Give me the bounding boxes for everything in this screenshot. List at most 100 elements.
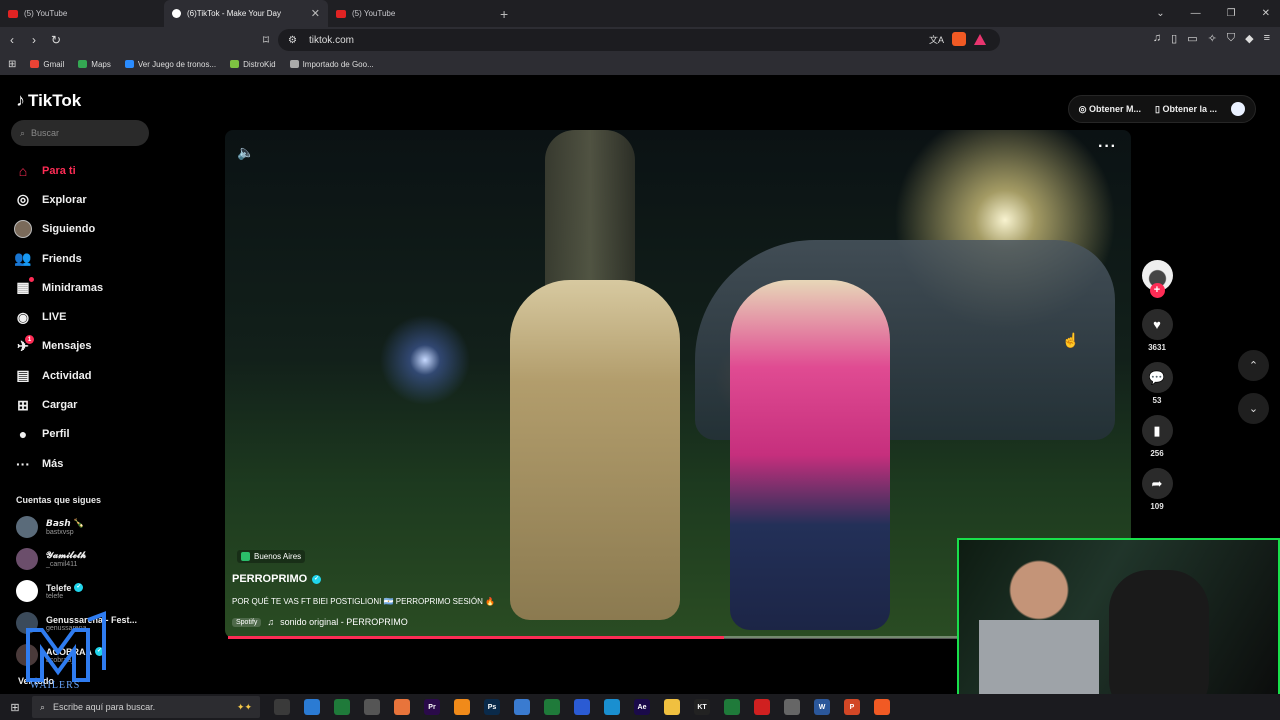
save-button[interactable]: ▮ (1141, 415, 1173, 446)
toolbar-extensions: ♫ ▯ ▭ ✧ ⛉ ◆ ≡ (1153, 32, 1270, 45)
reload-icon[interactable]: ↻ (46, 33, 66, 47)
back-icon[interactable]: ‹ (2, 33, 22, 47)
sidebar-icon[interactable]: ▯ (1171, 32, 1177, 45)
leo-icon[interactable]: ✧ (1208, 32, 1217, 45)
sidebar-item-actividad[interactable]: ▤ Actividad (14, 361, 154, 390)
wallet-icon[interactable]: ▭ (1187, 32, 1197, 45)
video-author[interactable]: PERROPRIMO ✓ (232, 573, 322, 585)
sidebar-item-siguiendo[interactable]: Siguiendo (14, 215, 154, 244)
bookmark-maps[interactable]: Maps (78, 60, 111, 69)
taskbar-app-icon[interactable]: W (814, 699, 830, 715)
profile-avatar-icon[interactable] (1231, 102, 1245, 116)
sidebar-item-explorar[interactable]: ◎ Explorar (14, 185, 154, 214)
close-tab-icon[interactable]: ✕ (311, 7, 320, 20)
sidebar-item-perfil[interactable]: ● Perfil (14, 420, 154, 449)
sidebar-item-friends[interactable]: 👥 Friends (14, 244, 154, 273)
maps-icon (78, 60, 88, 68)
taskbar-app-icon[interactable] (304, 699, 320, 715)
restore-icon[interactable]: ❐ (1227, 8, 1236, 19)
close-window-icon[interactable]: ✕ (1262, 8, 1270, 19)
taskbar-app-icon[interactable] (574, 699, 590, 715)
like-button[interactable]: ♥ (1141, 309, 1173, 340)
taskbar-app-icon[interactable]: Ps (484, 699, 500, 715)
following-account[interactable]: Telefe ✓ telefe (16, 580, 84, 602)
taskbar-app-icon[interactable] (514, 699, 530, 715)
following-account[interactable]: 𝓨𝓪𝓶𝓲𝓵𝓮𝓽𝓱 _camil411 (16, 548, 86, 570)
bookmark-gmail[interactable]: Gmail (30, 60, 64, 69)
taskbar-app-icon[interactable] (544, 699, 560, 715)
friends-icon: 👥 (14, 250, 32, 267)
taskbar-app-icon[interactable] (724, 699, 740, 715)
sidebar-item-live[interactable]: ◉ LIVE (14, 302, 154, 331)
taskbar-app-icon[interactable]: Ae (634, 699, 650, 715)
account-name: 𝓨𝓪𝓶𝓲𝓵𝓮𝓽𝓱 (46, 550, 87, 560)
taskbar-app-icon[interactable] (394, 699, 410, 715)
video-progress-bar[interactable] (228, 636, 958, 639)
share-icon: ➦ (1151, 475, 1163, 491)
taskbar-app-icon[interactable] (604, 699, 620, 715)
browser-tab-youtube-2[interactable]: (5) YouTube (328, 0, 492, 27)
search-input[interactable]: ⌕ Buscar (11, 120, 149, 146)
sidebar-item-para-ti[interactable]: ⌂ Para ti (14, 156, 154, 185)
get-app-button[interactable]: ▯ Obtener la ... (1155, 104, 1217, 115)
next-video-button[interactable]: ⌄ (1238, 393, 1269, 424)
youtube-icon (8, 9, 18, 18)
taskbar-app-icon[interactable] (364, 699, 380, 715)
previous-video-button[interactable]: ⌃ (1238, 350, 1269, 381)
taskbar-app-icon[interactable]: Pr (424, 699, 440, 715)
sidebar-item-minidramas[interactable]: ▦ Minidramas (14, 273, 154, 302)
taskbar-app-icon[interactable] (754, 699, 770, 715)
browser-tab-youtube-1[interactable]: (5) YouTube (0, 0, 164, 27)
media-icon[interactable]: ♫ (1153, 32, 1161, 45)
address-bar[interactable]: ⚙ tiktok.com 文A (278, 29, 1000, 51)
windows-start-icon[interactable]: ⊞ (0, 701, 30, 714)
taskbar-app-icon[interactable]: KT (694, 699, 710, 715)
minimize-icon[interactable]: — (1191, 8, 1201, 19)
taskbar-app-icon[interactable] (454, 699, 470, 715)
brave-shields-icon[interactable] (952, 32, 966, 46)
translate-icon[interactable]: 文A (929, 33, 944, 46)
brave-rewards-icon[interactable] (974, 33, 986, 45)
vpn-icon[interactable]: ⛉ (1227, 32, 1235, 45)
new-tab-button[interactable]: + (492, 6, 516, 22)
menu-icon[interactable]: ≡ (1264, 32, 1270, 45)
apps-grid-icon[interactable]: ⊞ (8, 59, 16, 70)
location-tag[interactable]: Buenos Aires (237, 550, 306, 563)
upload-icon: ⊞ (17, 396, 29, 413)
window-controls: ⌄ — ❐ ✕ (1156, 0, 1270, 27)
bookmark-got[interactable]: Ver Juego de tronos... (124, 60, 216, 69)
site-info-icon[interactable]: ⚙ (288, 35, 297, 46)
taskbar-app-icon[interactable] (274, 699, 290, 715)
tiktok-logo[interactable]: ♪ TikTok (16, 90, 81, 111)
share-button[interactable]: ➦ (1141, 468, 1173, 499)
sidebar-item-m-s[interactable]: ··· Más (14, 449, 154, 478)
volume-icon[interactable]: 🔈 (237, 144, 254, 161)
bookmark-icon[interactable]: ⌑ (256, 33, 276, 47)
tab-list-icon[interactable]: ⌄ (1156, 8, 1164, 19)
more-options-icon[interactable]: ··· (1098, 138, 1117, 156)
taskbar-search-input[interactable]: ⌕ Escribe aquí para buscar. ✦✦ (32, 696, 260, 718)
comment-button[interactable]: 💬 (1141, 362, 1173, 393)
save-count: 256 (1150, 449, 1164, 458)
extension-icon[interactable]: ◆ (1245, 32, 1253, 45)
taskbar-app-icon[interactable] (334, 699, 350, 715)
sidebar-item-cargar[interactable]: ⊞ Cargar (14, 390, 154, 419)
taskbar-apps: Pr Ps Ae KT W P (274, 699, 890, 715)
taskbar-app-icon[interactable] (664, 699, 680, 715)
forward-icon[interactable]: › (24, 33, 44, 47)
spotify-badge[interactable]: Spotify (232, 617, 262, 627)
taskbar-app-icon[interactable] (874, 699, 890, 715)
taskbar-app-icon[interactable] (784, 699, 800, 715)
sidebar-item-mensajes[interactable]: ✈ 1 Mensajes (14, 332, 154, 361)
account-name: 𝘽𝙖𝙨𝙝 🍾 (46, 518, 85, 528)
follow-plus-icon[interactable]: + (1149, 283, 1165, 298)
video-music[interactable]: Spotify ♫ sonido original - PERROPRIMO (232, 617, 408, 627)
bookmark-folder-imported[interactable]: Importado de Goo... (289, 60, 374, 69)
bookmark-distrokid[interactable]: DistroKid (230, 60, 276, 69)
browser-tab-tiktok[interactable]: (6)TikTok - Make Your Day ✕ (164, 0, 328, 27)
creator-avatar[interactable]: + (1141, 260, 1173, 298)
get-coins-button[interactable]: ◎ Obtener M... (1079, 104, 1141, 115)
minidramas-icon: ▦ (14, 276, 34, 297)
following-account[interactable]: 𝘽𝙖𝙨𝙝 🍾 bastxvsp (16, 516, 84, 538)
taskbar-app-icon[interactable]: P (844, 699, 860, 715)
